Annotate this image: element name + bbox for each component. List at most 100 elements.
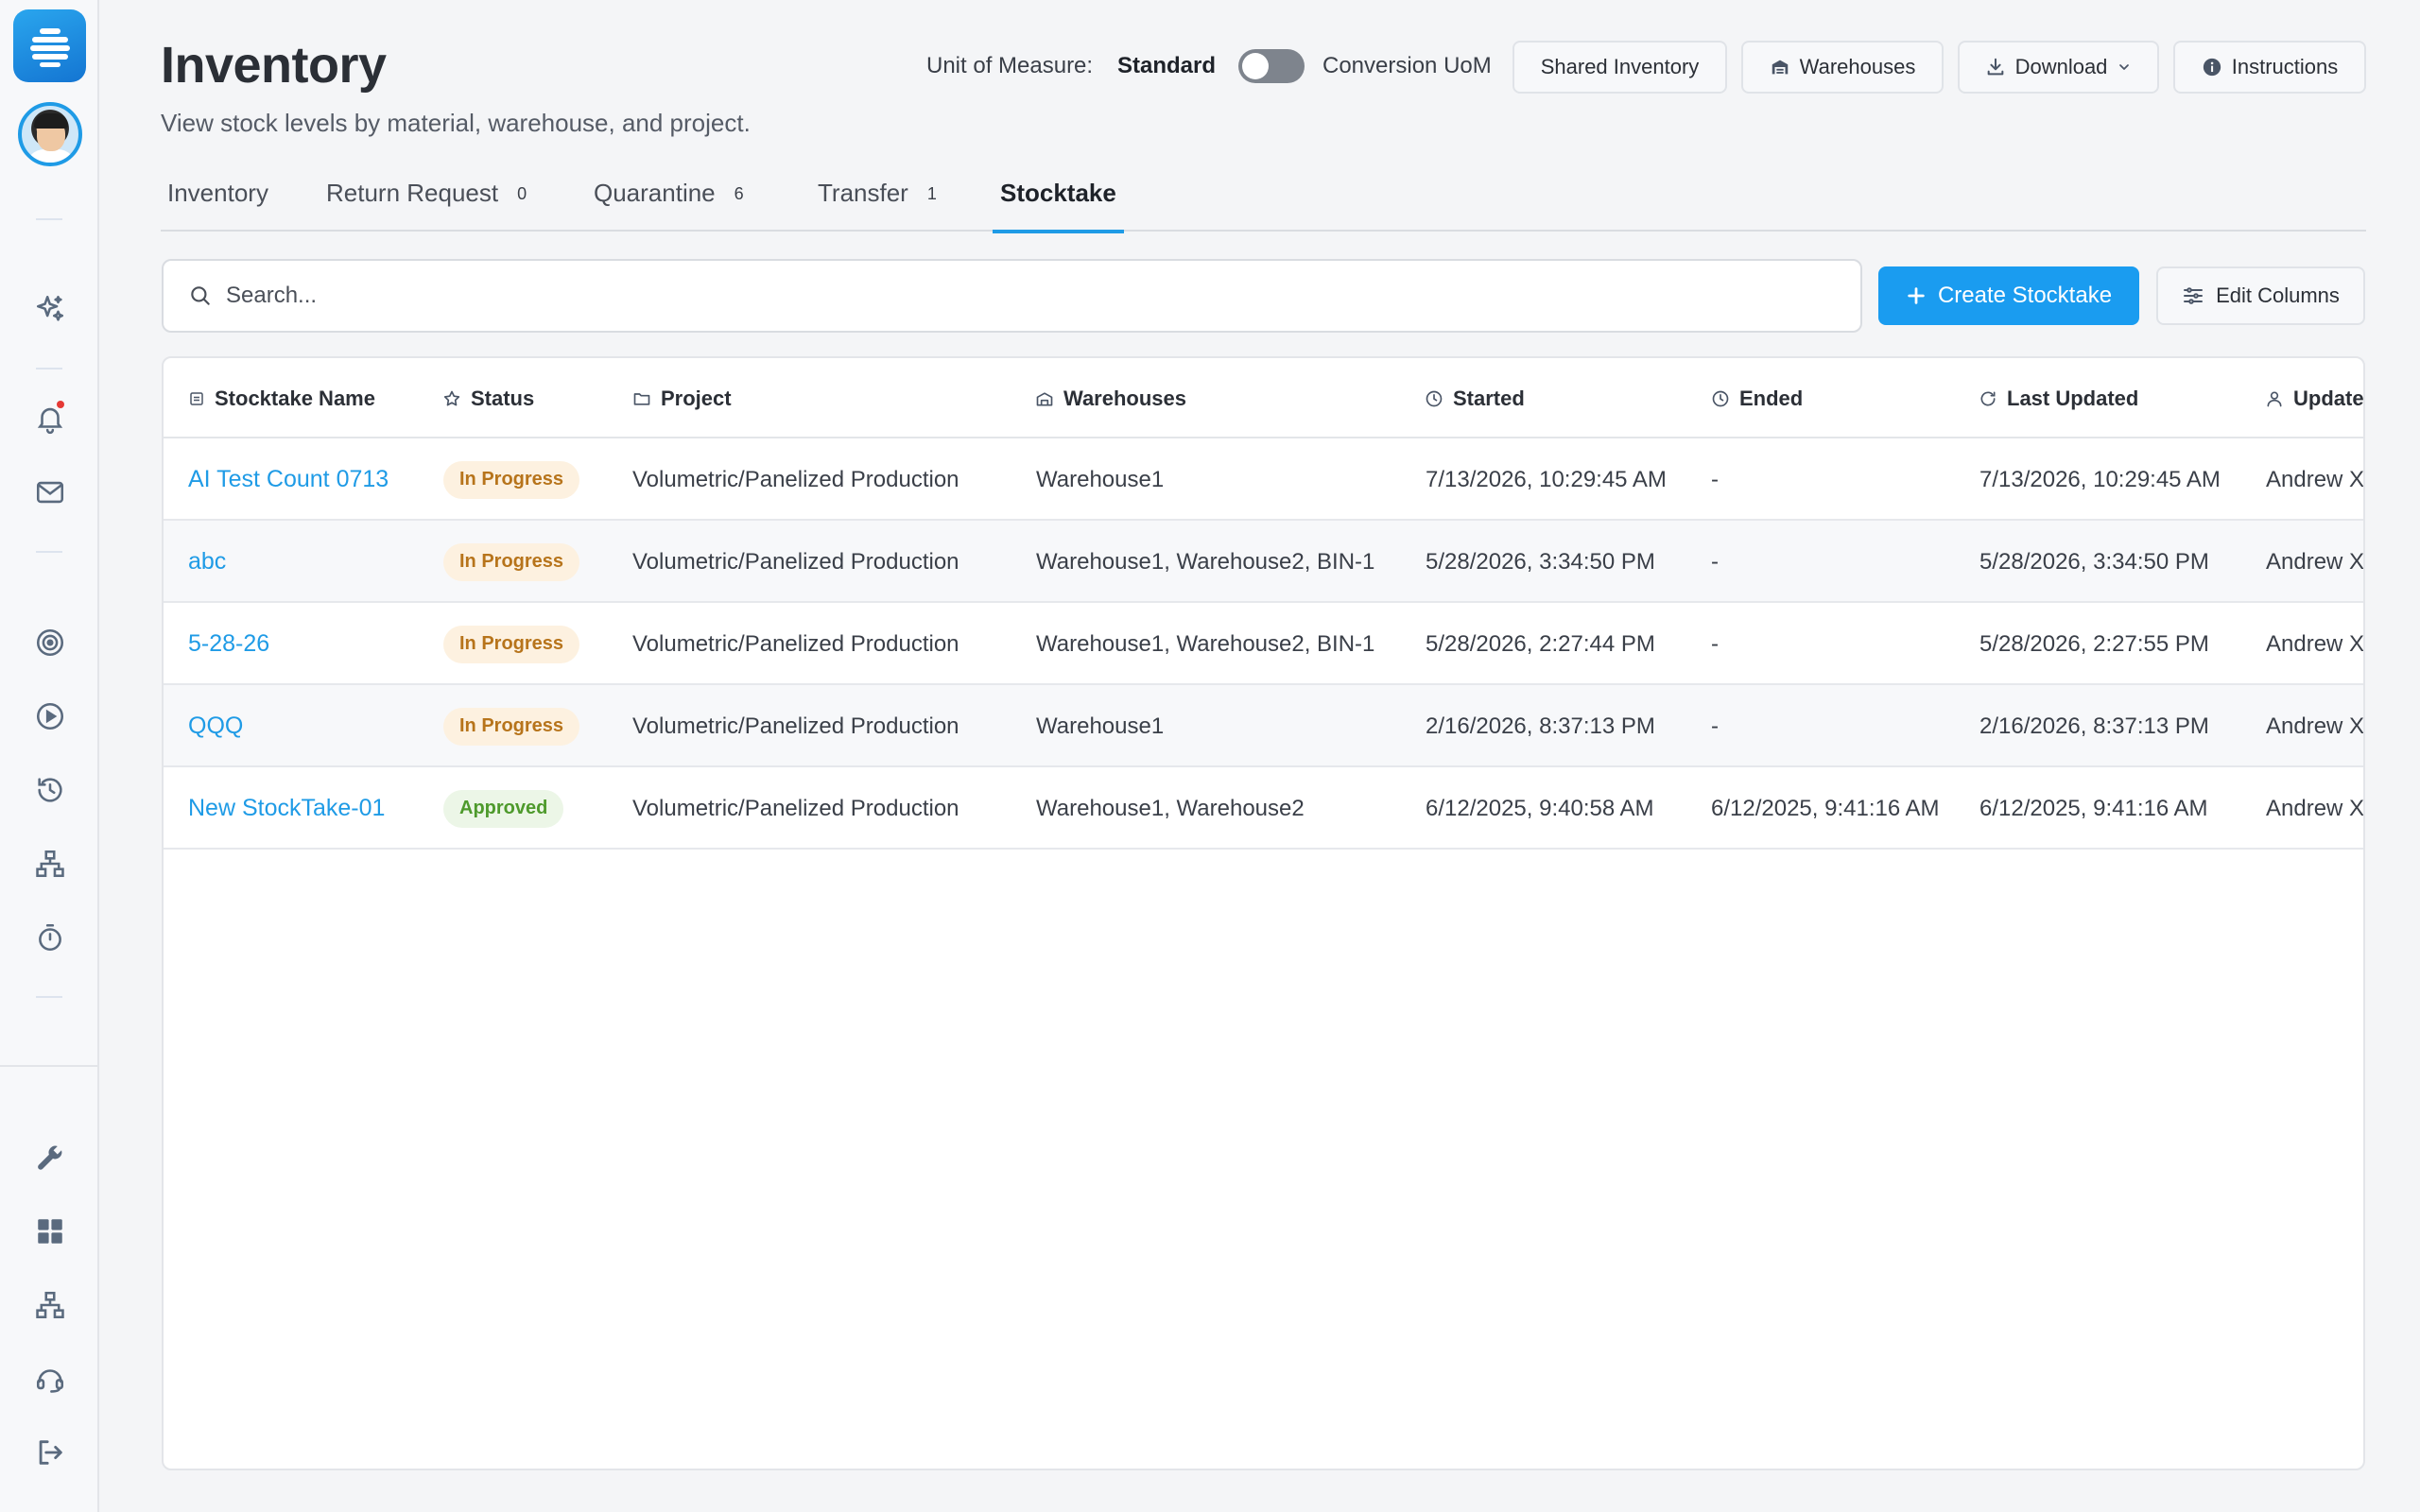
avatar[interactable]: [18, 102, 82, 166]
updated-by-cell: Andrew X: [2266, 630, 2365, 657]
notification-dot: [57, 401, 64, 408]
ended-cell: -: [1711, 548, 1719, 575]
edit-columns-button[interactable]: Edit Columns: [2156, 266, 2365, 325]
table-row[interactable]: AI Test Count 0713 In Progress Volumetri…: [164, 438, 2363, 521]
chevron-down-icon: [2117, 60, 2132, 75]
target-icon[interactable]: [26, 619, 74, 666]
play-icon[interactable]: [26, 693, 74, 740]
mail-icon[interactable]: [26, 469, 74, 516]
project-cell: Volumetric/Panelized Production: [632, 795, 959, 821]
stocktake-name-link[interactable]: 5-28-26: [188, 603, 269, 685]
table-row[interactable]: 5-28-26 In Progress Volumetric/Panelized…: [164, 603, 2363, 685]
status-badge: Approved: [443, 789, 564, 828]
column-header-started[interactable]: Started: [1425, 358, 1525, 438]
warehouse-icon: [1770, 57, 1790, 77]
tab-count: 6: [734, 184, 744, 203]
column-header-status[interactable]: Status: [442, 358, 534, 438]
wrench-icon[interactable]: [26, 1134, 74, 1181]
updated-by-cell: Andrew X: [2266, 795, 2365, 821]
instructions-label: Instructions: [2231, 55, 2339, 78]
status-badge: In Progress: [443, 625, 580, 663]
support-icon[interactable]: [26, 1355, 74, 1402]
create-stocktake-button[interactable]: Create Stocktake: [1878, 266, 2139, 325]
logout-icon[interactable]: [26, 1429, 74, 1476]
column-header-updated-by[interactable]: Updated By: [2265, 358, 2364, 438]
ended-cell: -: [1711, 630, 1719, 657]
shared-inventory-label: Shared Inventory: [1540, 55, 1700, 78]
uom-toggle[interactable]: [1238, 49, 1305, 83]
clock-icon: [1425, 389, 1443, 408]
search-box: [162, 259, 1862, 333]
status-badge: In Progress: [443, 542, 580, 581]
warehouses-label: Warehouses: [1799, 55, 1916, 78]
search-icon: [188, 284, 213, 308]
list-icon: [188, 390, 205, 407]
tab-return-request[interactable]: Return Request 0: [326, 165, 527, 232]
tab-label: Return Request: [326, 179, 499, 207]
tab-label: Inventory: [167, 179, 268, 207]
column-header-project[interactable]: Project: [632, 358, 732, 438]
started-cell: 2/16/2026, 8:37:13 PM: [1426, 713, 1655, 739]
info-icon: [2202, 57, 2222, 77]
column-header-ended[interactable]: Ended: [1711, 358, 1803, 438]
table-row[interactable]: New StockTake-01 Approved Volumetric/Pan…: [164, 767, 2363, 850]
uom-standard-label: Standard: [1117, 53, 1217, 78]
last-updated-cell: 5/28/2026, 2:27:55 PM: [1979, 630, 2209, 657]
stocktake-name-link[interactable]: QQQ: [188, 685, 243, 767]
column-header-label: Started: [1453, 386, 1525, 410]
app-logo[interactable]: [13, 9, 86, 82]
sparkle-icon[interactable]: [26, 285, 74, 333]
sidebar-divider: [36, 218, 62, 220]
uom-conversion-label: Conversion UoM: [1322, 53, 1492, 78]
network-icon[interactable]: [26, 840, 74, 887]
instructions-button[interactable]: Instructions: [2173, 41, 2366, 94]
stocktake-table: Stocktake Name Status Project Warehouses…: [162, 356, 2365, 1470]
grid-icon[interactable]: [26, 1208, 74, 1255]
page-subtitle: View stock levels by material, warehouse…: [161, 109, 751, 137]
sidebar-divider: [36, 551, 62, 553]
stocktake-name-link[interactable]: abc: [188, 521, 226, 603]
bell-icon[interactable]: [26, 395, 74, 442]
project-cell: Volumetric/Panelized Production: [632, 713, 959, 739]
updated-by-cell: Andrew X: [2266, 713, 2365, 739]
ended-cell: 6/12/2025, 9:41:16 AM: [1711, 795, 1940, 821]
updated-by-cell: Andrew X: [2266, 466, 2365, 492]
started-cell: 6/12/2025, 9:40:58 AM: [1426, 795, 1654, 821]
status-badge: In Progress: [443, 460, 580, 499]
column-header-label: Last Updated: [2007, 386, 2139, 410]
sidebar-section-divider: [0, 1065, 99, 1067]
star-icon: [442, 389, 461, 408]
stocktake-name-link[interactable]: AI Test Count 0713: [188, 438, 389, 521]
folder-icon: [632, 389, 651, 408]
stocktake-name-link[interactable]: New StockTake-01: [188, 767, 385, 850]
download-button[interactable]: Download: [1958, 41, 2159, 94]
sitemap-icon[interactable]: [26, 1281, 74, 1329]
sidebar-divider: [36, 368, 62, 369]
column-header-stocktake-name[interactable]: Stocktake Name: [188, 358, 375, 438]
refresh-icon: [1979, 389, 1997, 408]
tab-quarantine[interactable]: Quarantine 6: [594, 165, 744, 232]
last-updated-cell: 7/13/2026, 10:29:45 AM: [1979, 466, 2221, 492]
column-header-label: Updated By: [2293, 386, 2364, 410]
tab-bar: Inventory Return Request 0 Quarantine 6 …: [161, 165, 2366, 233]
uom-label: Unit of Measure:: [926, 53, 1094, 78]
column-header-label: Status: [471, 386, 535, 410]
column-header-label: Stocktake Name: [215, 386, 375, 410]
history-icon[interactable]: [26, 766, 74, 814]
tab-inventory[interactable]: Inventory: [167, 165, 268, 232]
timer-icon[interactable]: [26, 914, 74, 961]
shared-inventory-button[interactable]: Shared Inventory: [1512, 41, 1727, 94]
search-input[interactable]: [226, 283, 1738, 309]
table-row[interactable]: abc In Progress Volumetric/Panelized Pro…: [164, 521, 2363, 603]
table-row[interactable]: QQQ In Progress Volumetric/Panelized Pro…: [164, 685, 2363, 767]
column-header-warehouses[interactable]: Warehouses: [1035, 358, 1186, 438]
warehouses-cell: Warehouse1: [1036, 713, 1165, 739]
column-header-last-updated[interactable]: Last Updated: [1979, 358, 2138, 438]
warehouses-button[interactable]: Warehouses: [1741, 41, 1944, 94]
tab-transfer[interactable]: Transfer 1: [818, 165, 937, 232]
sidebar-divider: [36, 996, 62, 998]
tab-stocktake[interactable]: Stocktake: [993, 165, 1124, 233]
warehouses-cell: Warehouse1, Warehouse2, BIN-1: [1036, 548, 1375, 575]
project-cell: Volumetric/Panelized Production: [632, 466, 959, 492]
started-cell: 5/28/2026, 2:27:44 PM: [1426, 630, 1655, 657]
